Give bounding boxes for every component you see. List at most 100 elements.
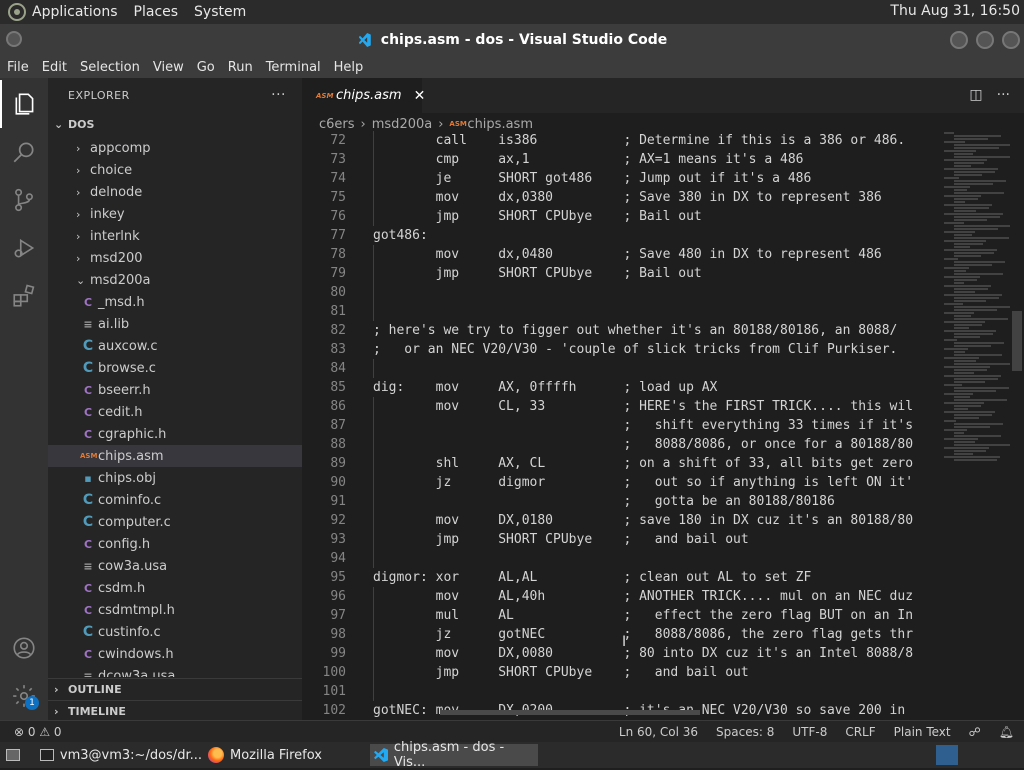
tree-file[interactable]: ASM chips.asm [48, 445, 302, 467]
menu-file[interactable]: File [7, 60, 29, 75]
code-line[interactable]: 86 mov CL, 33 ; HERE's the FIRST TRICK..… [302, 397, 942, 416]
tree-file[interactable]: ▪ chips.obj [48, 467, 302, 489]
tree-file[interactable]: ≡ dcow3a.usa [48, 665, 302, 678]
menu-go[interactable]: Go [197, 60, 215, 75]
source-control-icon[interactable] [0, 176, 48, 224]
tree-file[interactable]: Cconfig.h [48, 533, 302, 555]
menu-edit[interactable]: Edit [42, 60, 67, 75]
explorer-more-actions-icon[interactable]: ··· [271, 87, 286, 103]
tree-file[interactable]: Ccsdm.h [48, 577, 302, 599]
indentation[interactable]: Spaces: 8 [716, 725, 774, 739]
code-line[interactable]: 80 [302, 283, 942, 302]
code-line[interactable]: 82 ; here's we try to figger out whether … [302, 321, 942, 340]
tree-file[interactable]: Ccsdmtmpl.h [48, 599, 302, 621]
code-line[interactable]: 90 jz digmor ; out so if anything is lef… [302, 473, 942, 492]
code-line[interactable]: 77 got486: [302, 226, 942, 245]
code-editor[interactable]: 72 call is386 ; Determine if this is a 3… [302, 131, 942, 720]
menu-help[interactable]: Help [334, 60, 364, 75]
tree-file[interactable]: Ccedit.h [48, 401, 302, 423]
encoding[interactable]: UTF-8 [792, 725, 827, 739]
notifications-bell-icon[interactable]: 🔔︎ [999, 725, 1014, 739]
code-line[interactable]: 76 jmp SHORT CPUbye ; Bail out [302, 207, 942, 226]
distro-logo-icon[interactable] [8, 3, 26, 21]
code-line[interactable]: 93 jmp SHORT CPUbye ; and bail out [302, 530, 942, 549]
code-line[interactable]: 88 ; 8088/8086, or once for a 80188/80 [302, 435, 942, 454]
minimap[interactable] [942, 131, 1013, 720]
code-line[interactable]: 84 [302, 359, 942, 378]
workspace-switcher[interactable] [936, 745, 958, 765]
timeline-section-header[interactable]: › TIMELINE [48, 700, 302, 722]
tree-folder[interactable]: › interlnk [48, 225, 302, 247]
tree-file[interactable]: Ccgraphic.h [48, 423, 302, 445]
code-line[interactable]: 73 cmp ax,1 ; AX=1 means it's a 486 [302, 150, 942, 169]
code-line[interactable]: 92 mov DX,0180 ; save 180 in DX cuz it's… [302, 511, 942, 530]
code-line[interactable]: 95 digmor: xor AL,AL ; clean out AL to se… [302, 568, 942, 587]
problems-indicator[interactable]: ⊗ 0 ⚠ 0 [14, 725, 62, 739]
breadcrumb-item[interactable]: msd200a [372, 117, 432, 132]
code-line[interactable]: 75 mov dx,0380 ; Save 380 in DX to repre… [302, 188, 942, 207]
maximize-button[interactable] [976, 31, 994, 49]
tree-folder[interactable]: › inkey [48, 203, 302, 225]
code-line[interactable]: 100 jmp SHORT CPUbye ; and bail out [302, 663, 942, 682]
code-line[interactable]: 83 ; or an NEC V20/V30 - 'couple of slick… [302, 340, 942, 359]
code-line[interactable]: 97 mul AL ; effect the zero flag BUT on … [302, 606, 942, 625]
split-editor-icon[interactable]: ◫ [969, 87, 982, 103]
tree-file[interactable]: Ccominfo.c [48, 489, 302, 511]
code-line[interactable]: 87 ; shift everything 33 times if it's [302, 416, 942, 435]
code-line[interactable]: 81 [302, 302, 942, 321]
tree-file[interactable]: Ccwindows.h [48, 643, 302, 665]
code-line[interactable]: 91 ; gotta be an 80188/80186 [302, 492, 942, 511]
editor-more-actions-icon[interactable]: ··· [997, 87, 1010, 103]
vertical-scrollbar[interactable] [1010, 131, 1024, 720]
settings-gear-icon[interactable]: 1 [0, 672, 48, 720]
tree-file[interactable]: Cauxcow.c [48, 335, 302, 357]
code-line[interactable]: 79 jmp SHORT CPUbye ; Bail out [302, 264, 942, 283]
tree-folder[interactable]: › msd200 [48, 247, 302, 269]
accounts-icon[interactable] [0, 624, 48, 672]
code-line[interactable]: 78 mov dx,0480 ; Save 480 in DX to repre… [302, 245, 942, 264]
task-terminal[interactable]: vm3@vm3:~/dos/dr... [36, 744, 202, 766]
explorer-icon[interactable] [0, 80, 48, 128]
code-line[interactable]: 89 shl AX, CL ; on a shift of 33, all bi… [302, 454, 942, 473]
code-line[interactable]: 96 mov AL,40h ; ANOTHER TRICK.... mul on… [302, 587, 942, 606]
code-line[interactable]: 101 [302, 682, 942, 701]
task-firefox[interactable]: Mozilla Firefox [204, 744, 366, 766]
window-menu-button[interactable] [6, 31, 22, 47]
extensions-icon[interactable] [0, 272, 48, 320]
language-mode[interactable]: Plain Text [894, 725, 951, 739]
code-line[interactable]: 85 dig: mov AX, 0ffffh ; load up AX [302, 378, 942, 397]
menu-terminal[interactable]: Terminal [266, 60, 321, 75]
workspace-root-folder[interactable]: ⌄ DOS [48, 113, 302, 135]
tree-file[interactable]: ≡ ai.lib [48, 313, 302, 335]
line-ending[interactable]: CRLF [845, 725, 875, 739]
feedback-icon[interactable]: ☍ [969, 725, 981, 739]
code-line[interactable]: 94 [302, 549, 942, 568]
tab-chips-asm[interactable]: ASM chips.asm ✕ [302, 78, 425, 113]
show-desktop-icon[interactable] [2, 744, 36, 766]
run-debug-icon[interactable] [0, 224, 48, 272]
menu-view[interactable]: View [153, 60, 184, 75]
clock[interactable]: Thu Aug 31, 16:50 [890, 3, 1020, 19]
close-window-button[interactable] [1002, 31, 1020, 49]
code-line[interactable]: 72 call is386 ; Determine if this is a 3… [302, 131, 942, 150]
outline-section-header[interactable]: › OUTLINE [48, 678, 302, 700]
task-vscode[interactable]: chips.asm - dos - Vis... [370, 740, 538, 770]
breadcrumb-item[interactable]: chips.asm [467, 117, 533, 132]
close-tab-icon[interactable]: ✕ [414, 88, 426, 104]
code-line[interactable]: 74 je SHORT got486 ; Jump out if it's a … [302, 169, 942, 188]
tree-file[interactable]: Cbrowse.c [48, 357, 302, 379]
applications-menu[interactable]: Applications [32, 4, 118, 20]
tree-folder[interactable]: › appcomp [48, 137, 302, 159]
minimize-button[interactable] [950, 31, 968, 49]
tree-folder[interactable]: › choice [48, 159, 302, 181]
tree-folder[interactable]: › delnode [48, 181, 302, 203]
tree-folder-open[interactable]: ⌄ msd200a [48, 269, 302, 291]
scrollbar-thumb[interactable] [1012, 311, 1022, 371]
menu-selection[interactable]: Selection [80, 60, 140, 75]
tree-file[interactable]: Cbseerr.h [48, 379, 302, 401]
breadcrumb-item[interactable]: c6ers [319, 117, 355, 132]
tree-file[interactable]: C _msd.h [48, 291, 302, 313]
horizontal-scrollbar[interactable] [440, 710, 700, 715]
menu-run[interactable]: Run [228, 60, 253, 75]
places-menu[interactable]: Places [134, 4, 179, 20]
